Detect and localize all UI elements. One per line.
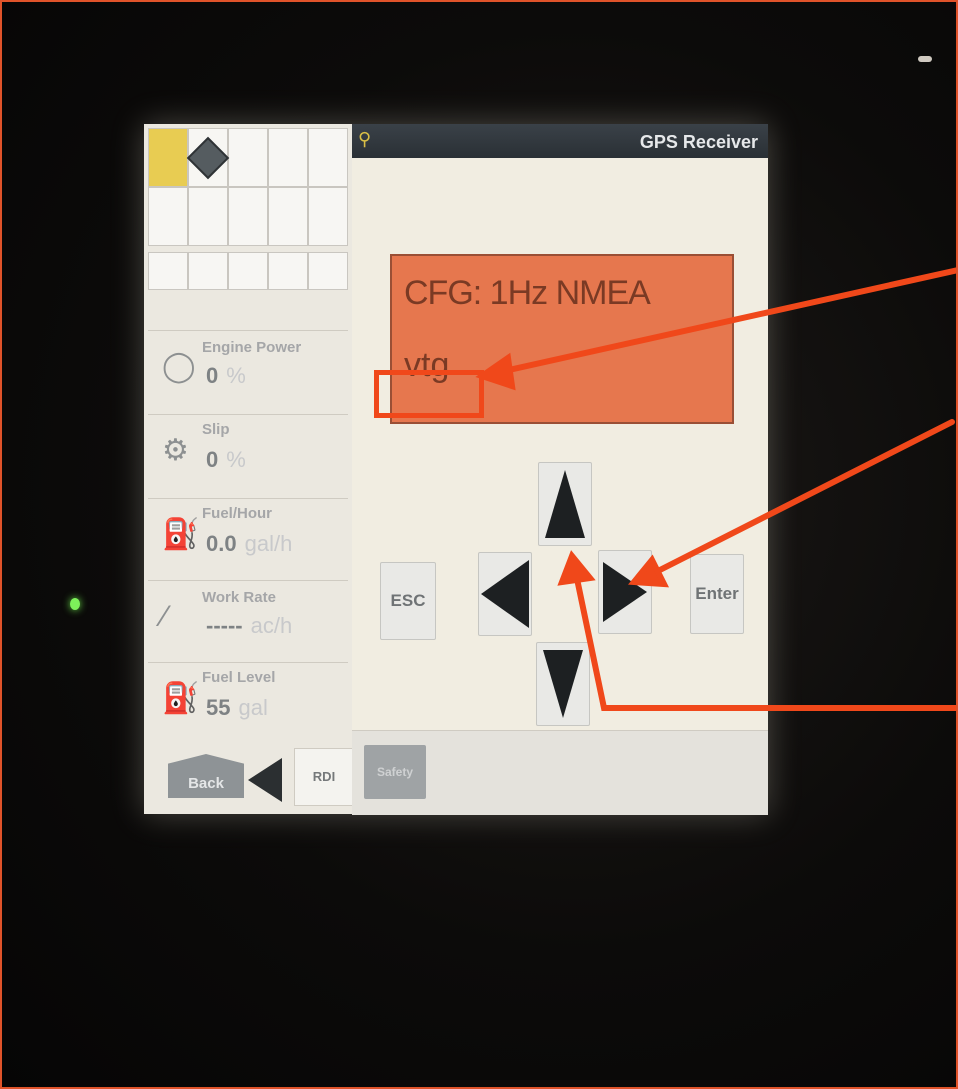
image-border — [0, 0, 958, 1089]
